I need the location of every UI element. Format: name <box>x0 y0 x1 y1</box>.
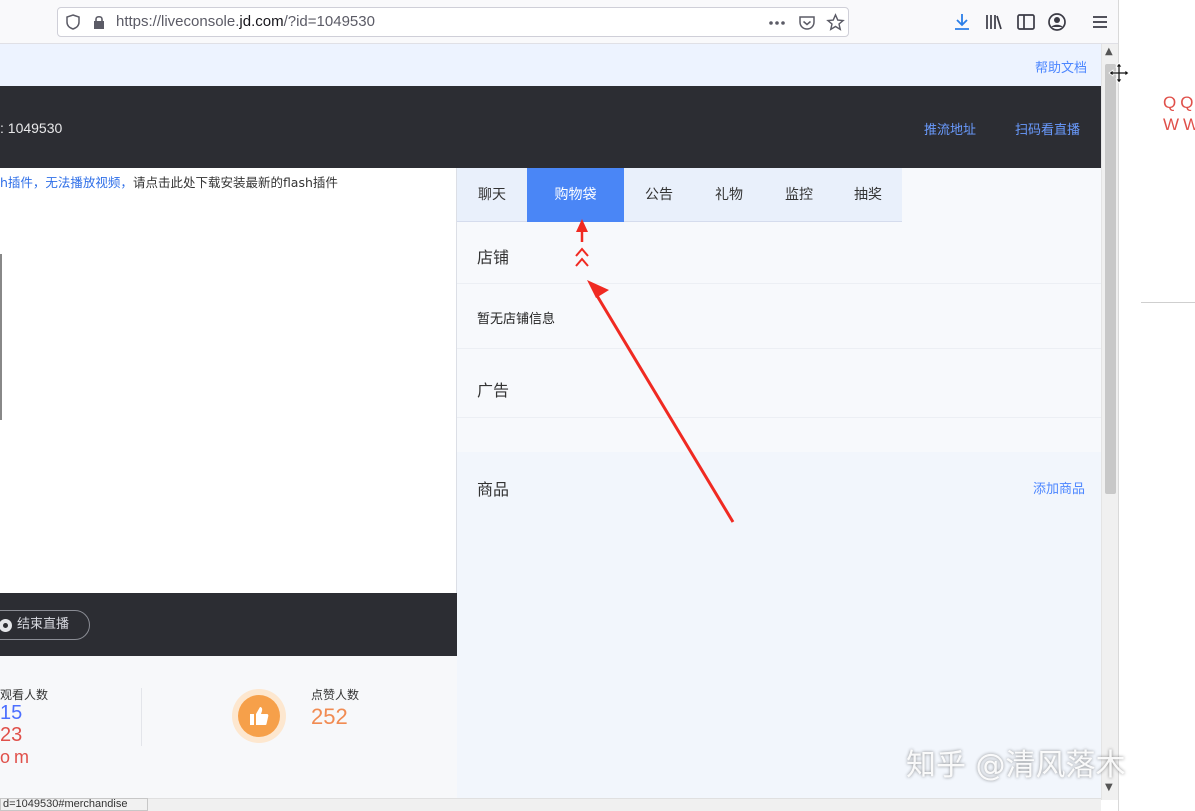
account-icon[interactable] <box>1047 12 1067 32</box>
flash-warning-text: h插件，无法播放视频， <box>0 175 133 190</box>
tab-label: 聊天 <box>478 187 506 203</box>
url-prefix: https://liveconsole. <box>116 13 240 30</box>
store-section: 店铺 <box>457 222 1101 284</box>
tab-label: 购物袋 <box>554 187 597 203</box>
scan-watch-link[interactable]: 扫码看直播 <box>1015 119 1080 138</box>
shield-icon[interactable] <box>66 14 80 30</box>
url-suffix: /?id=1049530 <box>283 13 375 30</box>
more-icon[interactable] <box>768 16 786 30</box>
thumbs-up-icon <box>250 707 269 725</box>
flash-download-link[interactable]: 请点击此处下载安装最新的flash插件 <box>133 175 338 190</box>
like-badge <box>232 689 286 743</box>
goods-title: 商品 <box>477 480 510 499</box>
watermark-fragment-om: om <box>0 747 34 767</box>
url-text[interactable]: https://liveconsole.jd.com/?id=1049530 <box>116 13 375 30</box>
qq-watermark: QQ WW <box>1163 93 1195 134</box>
tab-label: 礼物 <box>715 187 743 203</box>
video-panel: h插件，无法播放视频，请点击此处下载安装最新的flash插件 结束直播 观看人数… <box>0 168 457 798</box>
lock-icon[interactable] <box>92 14 106 30</box>
url-bar[interactable]: https://liveconsole.jd.com/?id=1049530 <box>57 7 849 37</box>
tab-label: 公告 <box>645 187 673 203</box>
arrow-diagonal-shaft <box>594 293 735 523</box>
browser-toolbar: https://liveconsole.jd.com/?id=1049530 <box>0 0 1118 44</box>
live-stats: 观看人数 15 23 om 点赞人数 252 <box>0 656 457 798</box>
pocket-icon[interactable] <box>798 14 816 32</box>
stats-divider <box>141 688 142 746</box>
side-panel: 聊天 购物袋 公告 礼物 监控 抽奖 店铺 暂无店铺信息 广告 商品 添加商品 <box>457 168 1101 798</box>
arrow-diagonal-head <box>587 280 609 298</box>
annotation-arrows <box>575 219 735 523</box>
viewers-label: 观看人数 <box>0 688 49 702</box>
help-bar: 帮助文档 <box>0 44 1101 86</box>
viewers-value: 15 <box>0 702 23 724</box>
tab-label: 监控 <box>785 187 813 203</box>
live-control-bar: 结束直播 <box>0 593 457 656</box>
move-cursor-icon <box>1108 62 1130 84</box>
like-badge-inner <box>238 695 280 737</box>
chevron-up-icon <box>575 247 589 267</box>
zhihu-watermark: 知乎 @清风落木 <box>906 748 1126 783</box>
ad-title: 广告 <box>477 381 510 400</box>
tab-lottery[interactable]: 抽奖 <box>834 168 902 222</box>
add-goods-link[interactable]: 添加商品 <box>1033 478 1085 497</box>
library-icon[interactable] <box>984 12 1004 32</box>
ad-section: 广告 <box>457 348 1101 418</box>
download-icon[interactable] <box>952 12 972 32</box>
live-header: : 1049530 推流地址 扫码看直播 <box>0 86 1101 168</box>
menu-icon[interactable] <box>1090 12 1110 32</box>
arrow-up-head <box>576 219 588 232</box>
sidebar-icon[interactable] <box>1016 12 1036 32</box>
likes-value: 252 <box>311 704 348 729</box>
video-frame-edge <box>0 254 2 420</box>
help-docs-link[interactable]: 帮助文档 <box>1035 57 1087 76</box>
tab-chat[interactable]: 聊天 <box>457 168 527 222</box>
tab-monitor[interactable]: 监控 <box>764 168 834 222</box>
url-domain: jd.com <box>239 13 284 30</box>
status-bar: d=1049530#merchandise <box>0 798 148 811</box>
tab-label: 抽奖 <box>854 187 882 203</box>
end-live-label: 结束直播 <box>17 617 70 632</box>
vertical-scrollbar[interactable]: ▲ ▼ <box>1101 44 1118 800</box>
watermark-fragment-23: 23 <box>0 724 23 746</box>
stop-icon <box>0 619 12 632</box>
store-title: 店铺 <box>477 248 510 267</box>
likes-label: 点赞人数 <box>311 688 360 702</box>
no-store-info: 暂无店铺信息 <box>477 312 556 327</box>
room-id: : 1049530 <box>0 120 63 136</box>
push-url-link[interactable]: 推流地址 <box>924 119 976 138</box>
star-icon[interactable] <box>826 13 845 32</box>
scroll-thumb[interactable] <box>1105 64 1116 494</box>
end-live-button[interactable]: 结束直播 <box>0 610 90 640</box>
horizontal-scrollbar[interactable] <box>148 798 1101 811</box>
outer-divider <box>1141 302 1195 303</box>
flash-warning: h插件，无法播放视频，请点击此处下载安装最新的flash插件 <box>0 172 338 191</box>
scroll-up-icon[interactable]: ▲ <box>1105 46 1113 57</box>
